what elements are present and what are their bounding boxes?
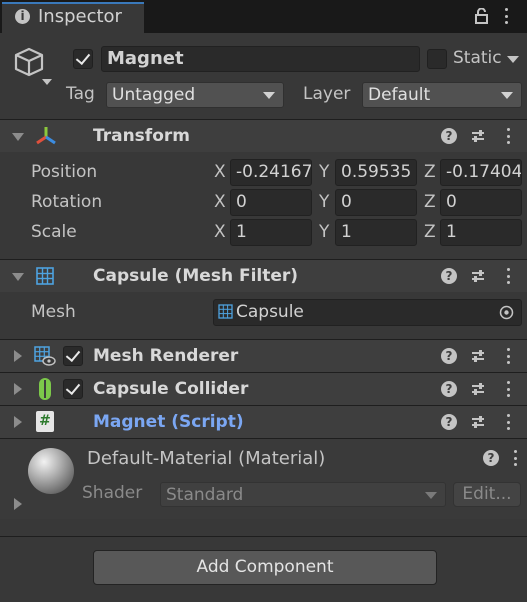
transform-title: Transform (93, 126, 190, 146)
component-menu-icon[interactable] (501, 126, 515, 146)
material-menu-icon[interactable] (508, 448, 522, 468)
separator (0, 536, 527, 537)
capsule-collider-icon (39, 378, 51, 400)
scale-x-field[interactable]: 1 (230, 219, 312, 246)
mesh-renderer-icon (34, 346, 56, 366)
help-icon[interactable]: ? (441, 268, 457, 284)
position-z-field[interactable]: -0.17404 (440, 159, 522, 186)
capsule-collider-title: Capsule Collider (93, 379, 249, 399)
axis-z-label: Z (424, 162, 436, 182)
script-icon: # (36, 411, 54, 432)
script-title[interactable]: Magnet (Script) (93, 412, 244, 432)
active-checkbox[interactable] (73, 49, 93, 69)
tag-value: Untagged (112, 85, 196, 105)
help-icon[interactable]: ? (441, 414, 457, 430)
layer-label: Layer (303, 84, 351, 104)
help-icon[interactable]: ? (441, 381, 457, 397)
shader-dropdown[interactable]: Standard (160, 482, 446, 507)
foldout-arrow-icon[interactable] (14, 383, 22, 395)
chevron-down-icon (425, 492, 437, 499)
gameobject-cube-icon (14, 47, 52, 85)
object-picker-icon[interactable] (499, 305, 514, 320)
foldout-arrow-icon[interactable] (12, 133, 24, 141)
mesh-icon (218, 304, 233, 319)
info-icon: i (15, 9, 30, 24)
foldout-arrow-icon[interactable] (12, 273, 24, 281)
mesh-object-field[interactable]: Capsule (213, 299, 522, 326)
static-dropdown-icon[interactable] (507, 56, 519, 63)
scale-label: Scale (31, 222, 77, 242)
rotation-label: Rotation (31, 192, 103, 212)
presets-icon[interactable] (470, 268, 486, 284)
material-title: Default-Material (Material) (87, 448, 326, 469)
rotation-y-field[interactable]: 0 (335, 189, 417, 216)
axis-z-label: Z (424, 222, 436, 242)
tab-title: Inspector (38, 6, 122, 27)
axis-x-label: X (214, 222, 226, 242)
axis-y-label: Y (319, 192, 330, 212)
static-checkbox[interactable] (427, 49, 447, 69)
material-preview-sphere (28, 448, 74, 494)
gameobject-name-input[interactable]: Magnet (101, 46, 420, 72)
presets-icon[interactable] (470, 381, 486, 397)
shader-value: Standard (166, 485, 244, 505)
shader-label: Shader (82, 483, 143, 503)
rotation-z-field[interactable]: 0 (440, 189, 522, 216)
foldout-arrow-icon[interactable] (14, 498, 22, 510)
position-y-field[interactable]: 0.59535 (335, 159, 417, 186)
layer-value: Default (368, 85, 431, 105)
scale-z-field[interactable]: 1 (440, 219, 522, 246)
component-menu-icon[interactable] (501, 379, 515, 399)
chevron-down-icon (501, 92, 513, 99)
mesh-label: Mesh (31, 302, 76, 322)
chevron-down-icon (263, 92, 275, 99)
presets-icon[interactable] (470, 348, 486, 364)
lock-icon[interactable] (475, 8, 488, 24)
edit-shader-button[interactable]: Edit... (453, 482, 521, 507)
mesh-renderer-enabled-checkbox[interactable] (63, 346, 83, 366)
axis-x-label: X (214, 192, 226, 212)
component-menu-icon[interactable] (501, 412, 515, 432)
tag-label: Tag (66, 84, 95, 104)
help-icon[interactable]: ? (483, 450, 499, 466)
layer-dropdown[interactable]: Default (362, 82, 522, 108)
mesh-filter-title: Capsule (Mesh Filter) (93, 266, 299, 286)
axis-y-label: Y (319, 222, 330, 242)
foldout-arrow-icon[interactable] (14, 350, 22, 362)
tag-dropdown[interactable]: Untagged (106, 82, 284, 108)
transform-icon (36, 127, 56, 145)
static-label: Static (453, 48, 502, 68)
axis-z-label: Z (424, 192, 436, 212)
mesh-filter-icon (36, 267, 54, 285)
presets-icon[interactable] (470, 128, 486, 144)
add-component-button[interactable]: Add Component (93, 550, 437, 585)
rotation-x-field[interactable]: 0 (230, 189, 312, 216)
capsule-collider-enabled-checkbox[interactable] (63, 379, 83, 399)
mesh-renderer-title: Mesh Renderer (93, 346, 239, 366)
tab-menu-icon[interactable] (499, 6, 513, 26)
position-x-field[interactable]: -0.24167 (230, 159, 312, 186)
foldout-arrow-icon[interactable] (14, 416, 22, 428)
position-label: Position (31, 162, 98, 182)
mesh-value: Capsule (236, 302, 304, 322)
component-menu-icon[interactable] (501, 346, 515, 366)
axis-x-label: X (214, 162, 226, 182)
help-icon[interactable]: ? (441, 128, 457, 144)
presets-icon[interactable] (470, 414, 486, 430)
component-menu-icon[interactable] (501, 266, 515, 286)
axis-y-label: Y (319, 162, 330, 182)
scale-y-field[interactable]: 1 (335, 219, 417, 246)
help-icon[interactable]: ? (441, 348, 457, 364)
